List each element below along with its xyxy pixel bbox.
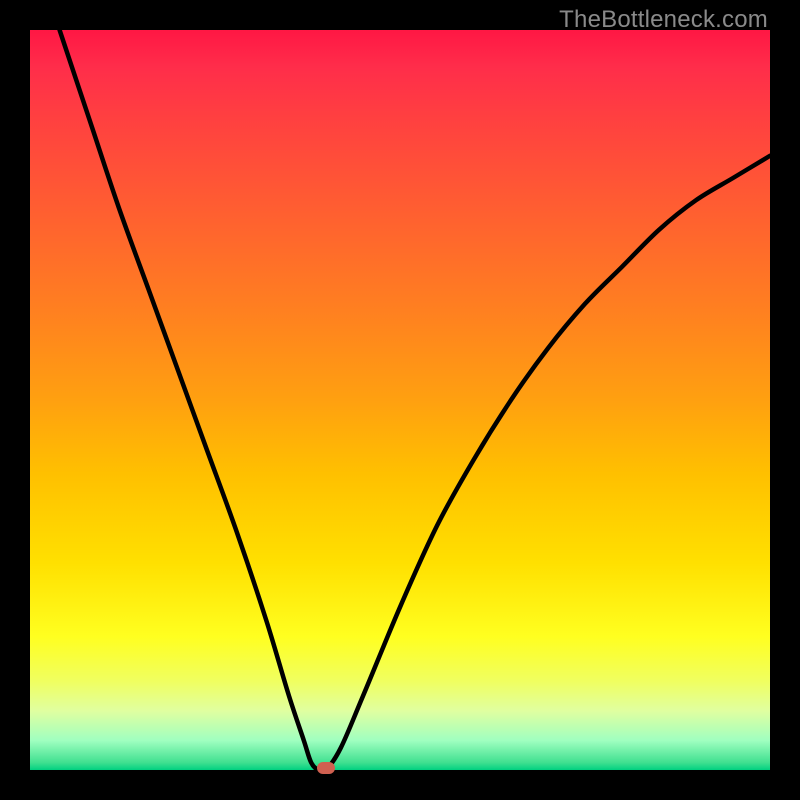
bottleneck-curve [30,30,770,770]
optimal-point-marker [317,762,335,774]
plot-area [30,30,770,770]
chart-frame: TheBottleneck.com [0,0,800,800]
